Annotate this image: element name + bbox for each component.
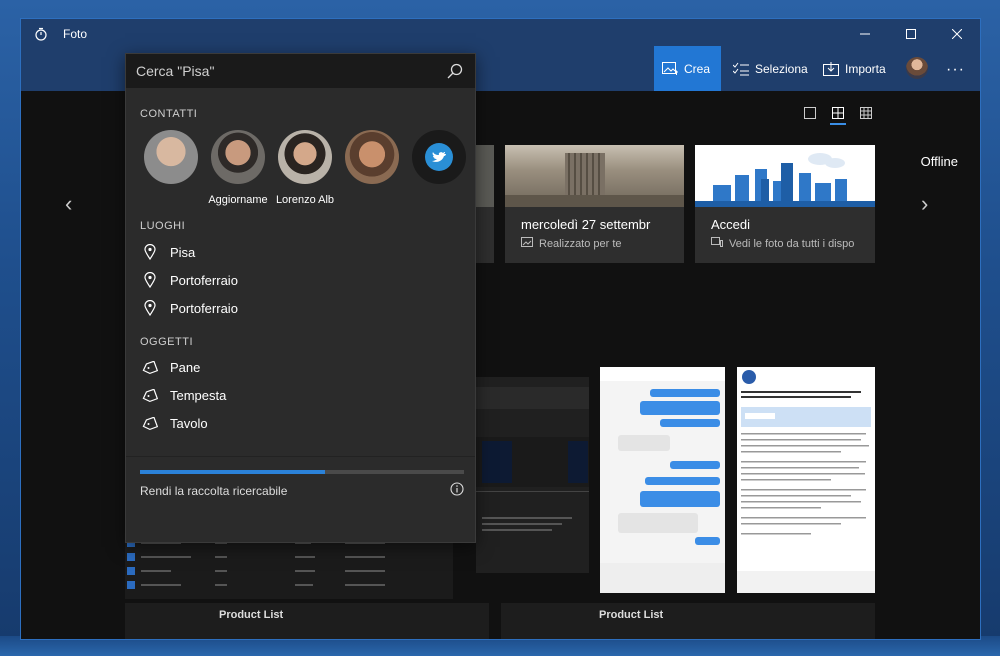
crea-label: Crea	[684, 61, 711, 76]
dense-grid-view-icon[interactable]	[858, 105, 874, 121]
timer-icon	[21, 19, 61, 49]
checklist-icon	[733, 62, 749, 76]
contact-name: Aggiorname	[208, 194, 268, 206]
album-card-date[interactable]: mercoledì 27 settembr Realizzato per te	[505, 145, 684, 263]
signin-subtitle: Vedi le foto da tutti i dispo	[729, 237, 855, 250]
object-item[interactable]: Tavolo	[140, 416, 208, 431]
product-list-title-2: Product List	[599, 609, 664, 621]
place-label: Portoferraio	[170, 300, 238, 316]
object-item[interactable]: Tempesta	[140, 388, 226, 403]
twitter-avatar	[412, 130, 466, 184]
devices-icon	[711, 237, 723, 250]
album-title: mercoledì 27 settembr	[521, 217, 651, 232]
window-title: Foto	[63, 27, 88, 41]
product-list-title: Product List	[219, 609, 284, 621]
avatar	[345, 130, 399, 184]
title-bar: Foto	[21, 19, 980, 49]
place-item[interactable]: Pisa	[140, 244, 195, 260]
importa-label: Importa	[845, 61, 886, 76]
maximize-icon[interactable]	[888, 19, 934, 49]
contact-item[interactable]	[140, 130, 202, 194]
import-icon	[823, 61, 839, 76]
account-avatar[interactable]	[906, 57, 928, 79]
signin-title: Accedi	[711, 217, 751, 232]
avatar	[144, 130, 198, 184]
search-box	[126, 54, 475, 88]
album-thumbnail	[505, 145, 684, 207]
object-label: Pane	[170, 360, 201, 375]
object-item[interactable]: Pane	[140, 360, 200, 375]
contact-item[interactable]	[408, 130, 470, 194]
location-pin-icon	[140, 300, 160, 316]
place-item[interactable]: Portoferraio	[140, 300, 238, 316]
contacts-heading: CONTATTI	[140, 108, 198, 120]
grid-view-icon[interactable]	[830, 105, 846, 125]
search-icon[interactable]	[445, 63, 465, 79]
view-switcher	[802, 105, 874, 125]
album-card-partial[interactable]	[476, 145, 494, 263]
more-options-icon[interactable]: ···	[946, 61, 965, 79]
importa-button[interactable]: Importa	[815, 46, 894, 91]
previous-arrow-icon[interactable]: ‹	[65, 191, 72, 217]
offline-label: Offline	[920, 154, 958, 169]
object-label: Tempesta	[170, 388, 227, 403]
chat-screenshot-thumbnail[interactable]	[600, 367, 725, 593]
seleziona-label: Seleziona	[755, 61, 808, 76]
location-pin-icon	[140, 244, 160, 260]
avatar	[278, 130, 332, 184]
place-item[interactable]: Portoferraio	[140, 272, 238, 288]
avatar	[211, 130, 265, 184]
contact-name: Lorenzo Alb	[275, 194, 335, 206]
close-icon[interactable]	[934, 19, 980, 49]
indexing-label: Rendi la raccolta ricercabile	[140, 483, 288, 498]
objects-heading: OGGETTI	[140, 336, 193, 348]
album-card-signin[interactable]: Accedi Vedi le foto da tutti i dispo	[695, 145, 875, 263]
tag-icon	[140, 388, 160, 403]
screenshot-thumbnail[interactable]	[476, 367, 589, 593]
contact-item[interactable]	[341, 130, 403, 194]
tag-icon	[140, 416, 160, 431]
location-pin-icon	[140, 272, 160, 288]
contact-item[interactable]: Lorenzo Alb	[274, 130, 336, 206]
create-image-icon	[662, 61, 678, 76]
search-flyout: CONTATTI Aggiorname Lorenzo Alb	[125, 53, 476, 543]
article-screenshot-thumbnail[interactable]	[737, 367, 875, 593]
tag-icon	[140, 360, 160, 375]
place-label: Pisa	[170, 244, 196, 260]
album-subtitle: Realizzato per te	[539, 237, 622, 250]
product-list-thumbnail[interactable]: Product List	[125, 603, 489, 639]
contact-item[interactable]: Aggiorname	[207, 130, 269, 206]
indexing-progress-bar	[140, 470, 464, 474]
minimize-icon[interactable]	[842, 19, 888, 49]
product-list-thumbnail-2[interactable]: Product List	[501, 603, 875, 639]
photos-window: Foto Crea Seleziona Importa ··· ‹ › Offl…	[20, 18, 981, 640]
single-view-icon[interactable]	[802, 105, 818, 121]
signin-illustration	[695, 145, 875, 207]
place-label: Portoferraio	[170, 272, 238, 288]
seleziona-button[interactable]: Seleziona	[725, 46, 816, 91]
search-input[interactable]	[136, 63, 445, 79]
auto-album-icon	[521, 237, 533, 250]
divider	[126, 456, 475, 457]
info-icon[interactable]	[450, 482, 464, 499]
places-heading: LUOGHI	[140, 220, 186, 232]
contacts-row: Aggiorname Lorenzo Alb	[140, 130, 470, 210]
next-arrow-icon[interactable]: ›	[921, 191, 928, 217]
crea-button[interactable]: Crea	[654, 46, 721, 91]
object-label: Tavolo	[170, 416, 208, 431]
